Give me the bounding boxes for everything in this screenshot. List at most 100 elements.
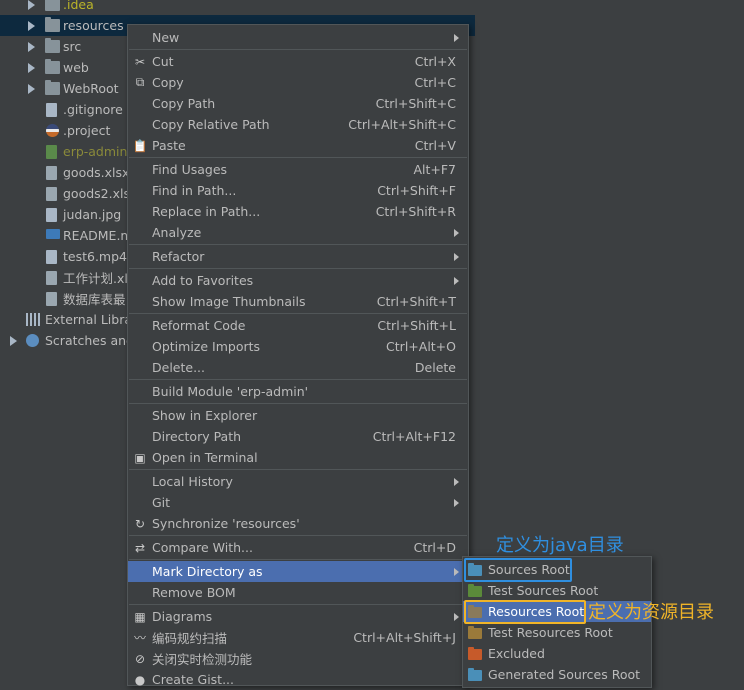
menu-item-label: Find Usages	[152, 162, 228, 177]
menu-separator	[129, 403, 467, 404]
tree-item-label: erp-admin.	[63, 144, 132, 159]
menu-separator	[129, 268, 467, 269]
menu-item-label: Replace in Path...	[152, 204, 261, 219]
menu-item-label: New	[152, 30, 180, 45]
menu-item[interactable]: Add to Favorites	[128, 270, 468, 291]
menu-item-shortcut: Alt+F7	[413, 162, 456, 177]
tree-item-label: resources	[63, 18, 124, 33]
menu-item[interactable]: Git	[128, 492, 468, 513]
menu-item[interactable]: Reformat Code Ctrl+Shift+L	[128, 315, 468, 336]
menu-item[interactable]: 📋 Paste Ctrl+V	[128, 135, 468, 156]
menu-separator	[129, 559, 467, 560]
menu-item-icon: ▦	[134, 609, 146, 624]
menu-item-shortcut: Ctrl+X	[414, 54, 456, 69]
submenu-item-label: Test Sources Root	[488, 583, 599, 598]
menu-item-label: Refactor	[152, 249, 205, 264]
menu-item[interactable]: Copy Relative Path Ctrl+Alt+Shift+C	[128, 114, 468, 135]
menu-item[interactable]: New	[128, 27, 468, 48]
tree-item-label: External Librar	[45, 312, 138, 327]
menu-item-icon: 〰	[133, 631, 146, 645]
expand-arrow-icon[interactable]	[28, 41, 35, 52]
menu-item-shortcut: Ctrl+D	[413, 540, 456, 555]
expand-arrow-icon[interactable]	[28, 20, 35, 31]
file-icon	[46, 208, 57, 222]
menu-item-shortcut: Ctrl+C	[414, 75, 456, 90]
menu-item[interactable]: ✂ Cut Ctrl+X	[128, 51, 468, 72]
menu-item[interactable]: Mark Directory as	[128, 561, 468, 582]
menu-item[interactable]: Show Image Thumbnails Ctrl+Shift+T	[128, 291, 468, 312]
menu-item[interactable]: ▣ Open in Terminal	[128, 447, 468, 468]
menu-item[interactable]: 〰编码规约扫描 Ctrl+Alt+Shift+J	[128, 627, 468, 648]
folder-icon	[45, 80, 60, 95]
submenu-item[interactable]: Excluded	[463, 643, 651, 664]
menu-item[interactable]: Local History	[128, 471, 468, 492]
submenu-item[interactable]: Test Resources Root	[463, 622, 651, 643]
tree-item[interactable]: .idea	[0, 0, 475, 15]
menu-item[interactable]: Refactor	[128, 246, 468, 267]
menu-item-label: Compare With...	[152, 540, 253, 555]
menu-item[interactable]: Show in Explorer	[128, 405, 468, 426]
menu-item[interactable]: ⊘ 关闭实时检测功能	[128, 648, 468, 669]
menu-item[interactable]: Find in Path... Ctrl+Shift+F	[128, 180, 468, 201]
submenu-item[interactable]: Generated Sources Root	[463, 664, 651, 685]
menu-item-icon: ↻	[134, 516, 146, 531]
menu-item-shortcut: Ctrl+Alt+F12	[372, 429, 456, 444]
menu-item[interactable]: ↻ Synchronize 'resources'	[128, 513, 468, 534]
menu-item[interactable]: Remove BOM	[128, 582, 468, 603]
menu-item[interactable]: Optimize Imports Ctrl+Alt+O	[128, 336, 468, 357]
expand-arrow-icon[interactable]	[28, 83, 35, 94]
menu-item-label: Remove BOM	[152, 585, 236, 600]
resource-annotation: 定义为资源目录	[588, 602, 714, 623]
markdown-file-icon	[46, 229, 60, 239]
tree-item-label: .gitignore	[63, 102, 123, 117]
menu-item[interactable]: Copy Path Ctrl+Shift+C	[128, 93, 468, 114]
tree-item-label: .idea	[63, 0, 94, 12]
folder-icon	[468, 647, 482, 660]
menu-item-shortcut: Ctrl+V	[414, 138, 456, 153]
menu-item-icon: ▣	[134, 450, 146, 465]
menu-item-icon: ⧉	[135, 75, 145, 89]
tree-item-label: test6.mp4	[63, 249, 127, 264]
resources-root-highlight	[464, 600, 586, 624]
submenu-item-label: Excluded	[488, 646, 545, 661]
menu-item-label: Local History	[152, 474, 233, 489]
library-icon	[26, 313, 40, 326]
tree-item-label: 数据库表最	[63, 292, 126, 307]
menu-item-shortcut: Ctrl+Alt+Shift+J	[353, 630, 456, 645]
project-file-icon	[46, 124, 59, 137]
folder-icon	[45, 59, 60, 74]
menu-item-shortcut: Ctrl+Shift+R	[375, 204, 456, 219]
menu-item[interactable]: Directory Path Ctrl+Alt+F12	[128, 426, 468, 447]
submenu-arrow-icon	[454, 498, 459, 507]
menu-item-label: 编码规约扫描	[152, 631, 228, 646]
menu-item-shortcut: Ctrl+Shift+L	[377, 318, 456, 333]
expand-arrow-icon[interactable]	[10, 335, 17, 346]
menu-item[interactable]: Delete... Delete	[128, 357, 468, 378]
menu-item-shortcut: Delete	[414, 360, 456, 375]
submenu-arrow-icon	[454, 276, 459, 285]
menu-item-label: Analyze	[152, 225, 202, 240]
menu-item-icon: ✂	[134, 54, 146, 69]
menu-item[interactable]: Find Usages Alt+F7	[128, 159, 468, 180]
menu-item[interactable]: Replace in Path... Ctrl+Shift+R	[128, 201, 468, 222]
menu-item[interactable]: Build Module 'erp-admin'	[128, 381, 468, 402]
tree-item-label: Scratches and	[45, 333, 134, 348]
menu-item-shortcut: Ctrl+Shift+F	[377, 183, 456, 198]
menu-separator	[129, 469, 467, 470]
submenu-arrow-icon	[454, 477, 459, 486]
expand-arrow-icon[interactable]	[28, 0, 35, 10]
tree-item-label: WebRoot	[63, 81, 119, 96]
menu-item[interactable]: ⧉ Copy Ctrl+C	[128, 72, 468, 93]
menu-item[interactable]: ⇄ Compare With... Ctrl+D	[128, 537, 468, 558]
menu-item-label: Directory Path	[152, 429, 242, 444]
menu-item-shortcut: Ctrl+Shift+T	[376, 294, 456, 309]
menu-separator	[129, 244, 467, 245]
menu-item[interactable]: ● Create Gist...	[128, 669, 468, 690]
java-annotation: 定义为java目录	[496, 535, 624, 556]
menu-separator	[129, 379, 467, 380]
menu-item[interactable]: Analyze	[128, 222, 468, 243]
menu-item-label: Copy Relative Path	[152, 117, 270, 132]
menu-item-label: Mark Directory as	[152, 564, 263, 579]
expand-arrow-icon[interactable]	[28, 62, 35, 73]
menu-item[interactable]: ▦ Diagrams	[128, 606, 468, 627]
